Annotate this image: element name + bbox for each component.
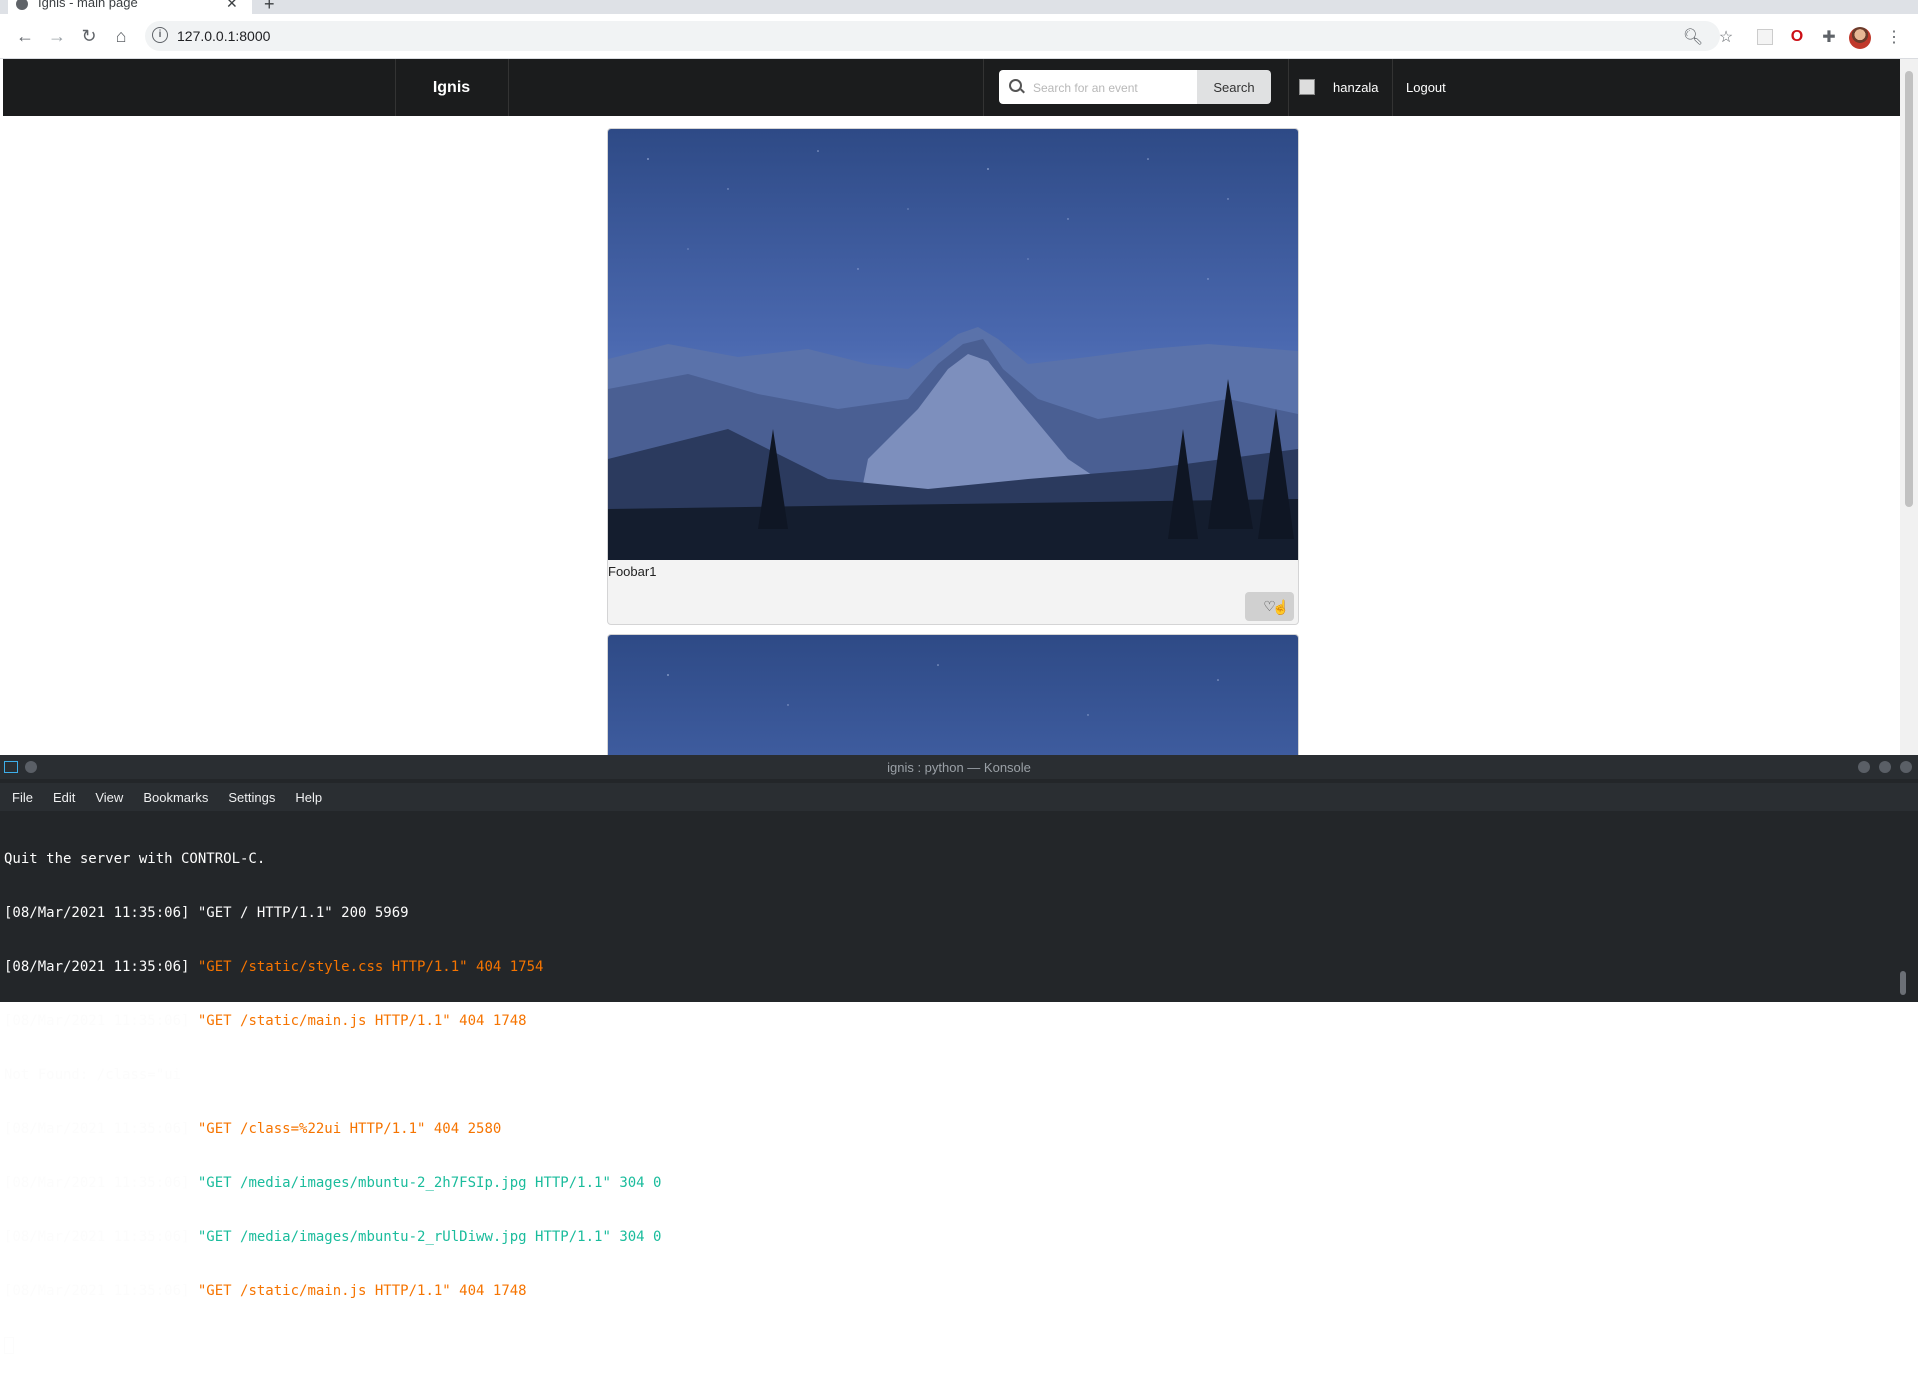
page-viewport: Ignis Search hanzala Logout [3,59,1900,755]
hand-cursor-icon: ☝ [1272,599,1290,615]
menu-edit[interactable]: Edit [53,790,75,805]
log-timestamp: [08/Mar/2021 11:35:06] [4,1175,198,1191]
minimize-window-icon[interactable] [1858,761,1870,773]
user-avatar-broken-image[interactable] [1299,79,1315,95]
profile-avatar[interactable] [1849,27,1871,49]
site-navbar: Ignis Search hanzala Logout [3,59,1900,116]
event-image[interactable] [608,129,1298,560]
terminal-cursor [4,1336,14,1354]
forward-icon[interactable]: → [43,22,71,50]
search-icon [1009,79,1022,92]
menu-bookmarks[interactable]: Bookmarks [143,790,208,805]
event-title[interactable]: Foobar1 [608,564,656,579]
nav-divider [983,59,984,116]
site-brand[interactable]: Ignis [395,59,508,116]
event-card: Foobar1 ♡ ☝ [607,128,1299,625]
terminal-line: [08/Mar/2021 11:35:06] "GET /media/image… [4,1174,1894,1192]
event-card [607,634,1299,755]
maximize-window-icon[interactable] [1879,761,1891,773]
zoom-icon[interactable]: 🔍︎ [1682,26,1704,48]
log-request: "GET /static/style.css HTTP/1.1" [197,959,468,975]
log-status: 404 1748 [450,1283,527,1299]
extension-icon[interactable] [1754,26,1776,48]
page-scrollbar[interactable] [1900,59,1918,755]
konsole-menubar: File Edit View Bookmarks Settings Help [0,783,1918,811]
terminal-line: [08/Mar/2021 11:35:06] "GET / HTTP/1.1" … [4,904,1894,922]
log-request: "GET /media/images/mbuntu-2_rUlDiww.jpg … [197,1229,611,1245]
logout-link[interactable]: Logout [1406,59,1446,116]
browser-menu-icon[interactable]: ⋮ [1883,26,1905,48]
search-form: Search [999,70,1271,106]
log-request: "GET /static/main.js HTTP/1.1" [197,1283,451,1299]
tab-strip [0,0,1918,14]
terminal-line: Quit the server with CONTROL-C. [4,851,266,867]
konsole-title: ignis : python — Konsole [887,759,1031,775]
log-status: 404 1748 [450,1013,527,1029]
search-input[interactable] [1031,70,1195,106]
bookmark-star-icon[interactable]: ☆ [1715,26,1737,48]
terminal-prompt[interactable] [4,1336,1894,1354]
back-icon[interactable]: ← [11,22,39,50]
new-tab-icon[interactable]: + [264,0,275,15]
event-image[interactable] [608,635,1298,755]
extensions-puzzle-icon[interactable]: ✚ [1818,26,1840,48]
url-text[interactable]: 127.0.0.1:8000 [177,28,270,44]
log-request: "GET /media/images/mbuntu-2_2h7FSIp.jpg … [197,1175,611,1191]
opera-extension-icon[interactable]: O [1786,26,1808,48]
tab-title: Ignis - main page [38,0,138,10]
terminal-line: [08/Mar/2021 11:35:06] "GET /class=%22ui… [4,1120,1894,1138]
terminal-line: [08/Mar/2021 11:35:06] "GET /static/main… [4,1282,1894,1300]
log-timestamp: [08/Mar/2021 11:35:06] [4,1229,198,1245]
nav-divider [1288,59,1289,116]
terminal-line: Not Found: /class="ui [4,1067,182,1083]
scrollbar-thumb[interactable] [1905,71,1913,507]
menu-file[interactable]: File [12,790,33,805]
search-button[interactable]: Search [1197,70,1271,104]
log-status: 304 0 [610,1175,662,1191]
tab-close-icon[interactable]: ✕ [226,0,238,12]
log-request: "GET /class=%22ui HTTP/1.1" [197,1121,426,1137]
menu-help[interactable]: Help [295,790,322,805]
log-timestamp: [08/Mar/2021 11:35:06] [4,1121,198,1137]
log-request: "GET / HTTP/1.1" 200 5969 [197,905,409,921]
user-name-link[interactable]: hanzala [1333,59,1379,116]
terminal-output[interactable]: Quit the server with CONTROL-C. [08/Mar/… [4,814,1894,1354]
menu-view[interactable]: View [95,790,123,805]
site-info-icon[interactable]: i [152,27,168,43]
konsole-window: ignis : python — Konsole File Edit View … [0,755,1918,1354]
log-status: 304 0 [610,1229,662,1245]
log-status: 404 1754 [467,959,544,975]
log-status: 404 2580 [425,1121,502,1137]
log-request: "GET /static/main.js HTTP/1.1" [197,1013,451,1029]
log-timestamp: [08/Mar/2021 11:35:06] [4,1013,198,1029]
nav-divider [1392,59,1393,116]
terminal-line: [08/Mar/2021 11:35:06] "GET /static/main… [4,1012,1894,1030]
terminal-line: [08/Mar/2021 11:35:06] "GET /static/styl… [4,958,1894,976]
log-timestamp: [08/Mar/2021 11:35:06] [4,905,198,921]
home-icon[interactable]: ⌂ [107,22,135,50]
terminal-line: [08/Mar/2021 11:35:06] "GET /media/image… [4,1228,1894,1246]
konsole-scrollbar[interactable] [1900,971,1906,995]
nav-divider [508,59,509,116]
close-window-icon[interactable] [1900,761,1912,773]
address-bar[interactable] [145,21,1720,51]
log-timestamp: [08/Mar/2021 11:35:06] [4,1283,198,1299]
reload-icon[interactable]: ↻ [75,22,103,50]
search-field [999,70,1197,106]
log-timestamp: [08/Mar/2021 11:35:06] [4,959,198,975]
menu-settings[interactable]: Settings [228,790,275,805]
